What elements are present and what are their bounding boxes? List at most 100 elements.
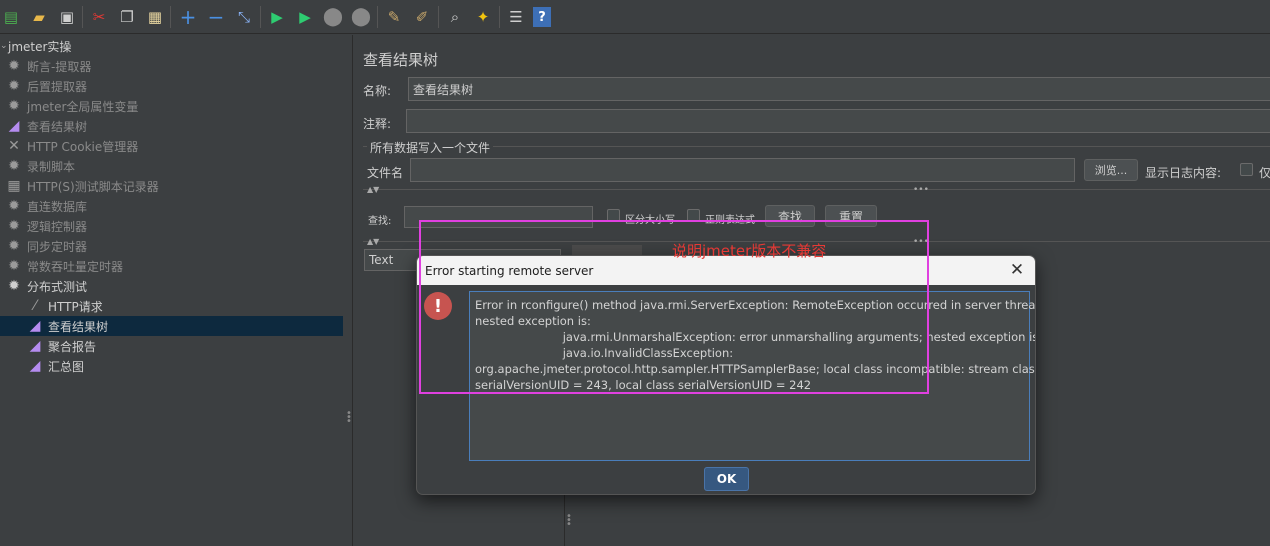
filename-field[interactable] [410,158,1075,182]
templates-icon[interactable]: ▤ [0,6,22,28]
close-icon[interactable]: ✕ [1007,260,1027,280]
gear-icon: ✹ [8,278,20,294]
search-label: 查找: [368,216,392,227]
shutdown-icon[interactable]: ⬤ [350,6,372,28]
tree-item-label: 查看结果树 [48,319,109,334]
tree-item-label: HTTP Cookie管理器 [27,139,139,154]
tree-item[interactable]: ✕ HTTP Cookie管理器 [0,136,343,156]
tree-item-label: 直连数据库 [27,199,88,214]
gear-icon: ✹ [8,158,20,174]
tree-item-label: HTTP(S)测试脚本记录器 [27,179,159,194]
tree-item-label: jmeter全局属性变量 [27,99,139,114]
tree-item[interactable]: ✹ 同步定时器 [0,236,343,256]
gear-icon: ✹ [8,218,20,234]
ok-button[interactable]: OK [704,467,749,491]
panel-title: 查看结果树 [363,51,439,69]
tree-item-label: 后置提取器 [27,79,88,94]
start-no-pause-icon[interactable]: ▶ [294,6,316,28]
search-icon[interactable]: ⌕ [444,6,466,28]
paste-icon[interactable]: ▦ [144,6,166,28]
chart-icon: ◢ [8,118,20,134]
case-sensitive-label: 区分大小写 [625,215,675,226]
gear-icon: ✹ [8,198,20,214]
gear-icon: ✹ [8,98,20,114]
find-button[interactable]: 查找 [765,205,815,227]
cut-icon[interactable]: ✂ [88,6,110,28]
gear-icon: ✹ [8,238,20,254]
tree-item[interactable]: ⁄ HTTP请求 [0,296,343,316]
comment-field[interactable] [406,109,1270,133]
toggle-icon[interactable]: ⤡ [233,6,255,28]
expand-icon[interactable]: + [177,6,199,28]
browse-button[interactable]: 浏览... [1084,159,1138,181]
tree-item-label: 查看结果树 [27,119,88,134]
tree-item-label: 同步定时器 [27,239,88,254]
case-sensitive-checkbox[interactable] [607,209,620,222]
tree-item-label: 分布式测试 [27,279,88,294]
save-icon[interactable]: ▣ [56,6,78,28]
tree-item-label: 常数吞吐量定时器 [27,259,124,274]
gear-icon: ✹ [8,78,20,94]
help-icon[interactable]: ? [533,7,551,27]
tree-item-label: 录制脚本 [27,159,76,174]
collapse-arrows-icon[interactable]: ▲▼ [367,237,379,246]
regex-checkbox[interactable] [687,209,700,222]
message-line: java.rmi.UnmarshalException: error unmar… [475,330,1036,344]
tree-item[interactable]: ◢ 查看结果树 [0,316,343,336]
tree-item-label: 聚合报告 [48,339,97,354]
tree-item[interactable]: ✹ 后置提取器 [0,76,343,96]
tree-root[interactable]: ⌄ jmeter实操 [0,36,71,56]
clear-icon[interactable]: ✎ [383,6,405,28]
reset-search-icon[interactable]: ✦ [472,6,494,28]
test-plan-tree: ⌄ jmeter实操 ✹ 断言-提取器 ✹ 后置提取器 ✹ jmeter全局属性变量 ◢ 查看… [0,35,343,546]
reset-button[interactable]: 重置 [825,205,877,227]
tree-item[interactable]: ◢ 汇总图 [0,356,343,376]
tree-item[interactable]: ✹ 断言-提取器 [0,56,343,76]
tree-item[interactable]: ✹ 分布式测试 [0,276,343,296]
chevron-down-icon[interactable]: ⌄ [0,41,8,51]
stop-icon[interactable]: ⬤ [322,6,344,28]
tree-item-label: 断言-提取器 [27,59,92,74]
collapse-arrows-icon[interactable]: ▲▼ [367,185,379,194]
log-content-label: 显示日志内容: [1145,166,1222,180]
error-message-box[interactable]: Error in rconfigure() method java.rmi.Se… [469,291,1036,461]
tree-item[interactable]: ◢ 聚合报告 [0,336,343,356]
message-line: java.io.InvalidClassException: [475,346,734,360]
tree-item[interactable]: ◢ 查看结果树 [0,116,343,136]
search-field[interactable] [404,206,593,228]
open-icon[interactable]: ▰ [28,6,50,28]
split-handle[interactable]: • • • [343,35,353,546]
start-icon[interactable]: ▶ [266,6,288,28]
gear-icon: ✹ [8,58,20,74]
pipette-icon: ⁄ [33,298,37,314]
filename-label: 文件名 [367,166,404,180]
tree-item[interactable]: ✹ 常数吞吐量定时器 [0,256,343,276]
error-icon: ! [424,292,452,320]
annotation-text: 说明jmeter版本不兼容 [672,242,827,260]
gear-icon: ✹ [8,258,20,274]
comment-label: 注释: [363,117,392,131]
collapse-icon[interactable]: − [205,6,227,28]
recorder-icon: ▦ [7,178,21,194]
file-section-title: 所有数据写入一个文件 [367,139,494,156]
regex-label: 正则表达式 [705,215,755,226]
tree-item[interactable]: ✹ jmeter全局属性变量 [0,96,343,116]
drag-handle-icon[interactable]: ••• [913,185,929,195]
tree-item[interactable]: ✹ 直连数据库 [0,196,343,216]
tree-item-label: HTTP请求 [48,299,103,314]
function-helper-icon[interactable]: ☰ [505,6,527,28]
errors-only-label: 仅 [1259,166,1270,180]
drag-handle-icon[interactable]: ••• [566,512,572,530]
tree-item[interactable]: ✹ 逻辑控制器 [0,216,343,236]
drag-handle-icon[interactable]: ••• [913,237,929,247]
tree-item[interactable]: ✹ 录制脚本 [0,156,343,176]
drag-handle-icon[interactable]: ••• [346,409,352,427]
name-field[interactable]: 查看结果树 [408,77,1270,101]
clear-all-icon[interactable]: ✐ [411,6,433,28]
errors-only-checkbox[interactable] [1240,163,1253,176]
copy-icon[interactable]: ❐ [116,6,138,28]
tools-icon: ✕ [8,138,20,154]
tree-item[interactable]: ▦ HTTP(S)测试脚本记录器 [0,176,343,196]
message-line: nested exception is: [475,314,591,328]
chart-icon: ◢ [29,358,41,374]
